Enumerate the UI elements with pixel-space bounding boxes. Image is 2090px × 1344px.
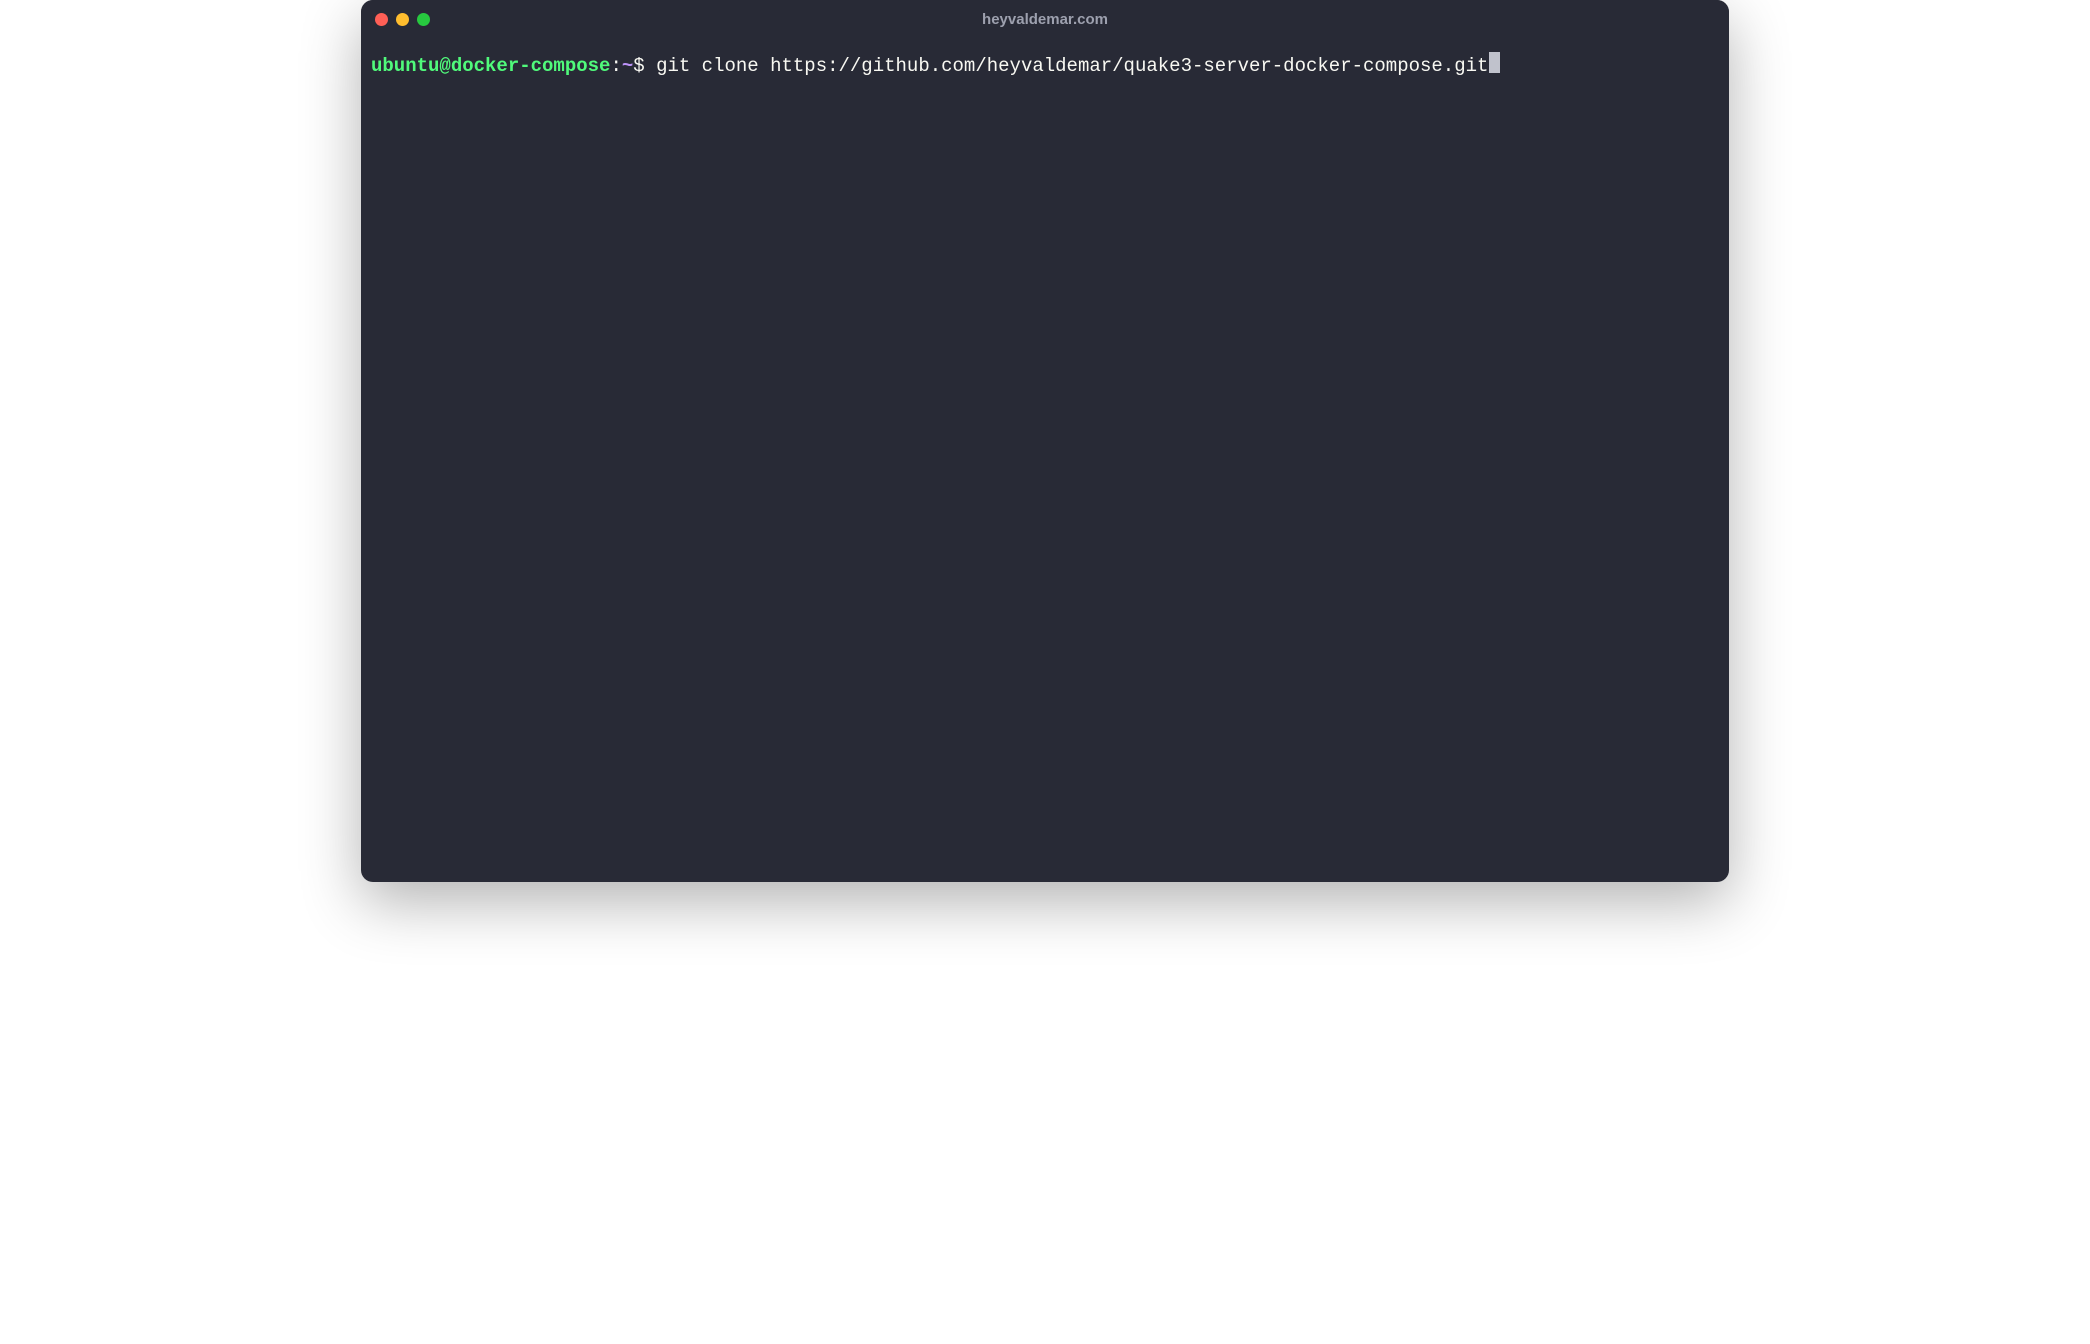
window-title: heyvaldemar.com	[982, 11, 1108, 28]
close-icon[interactable]	[375, 13, 388, 26]
prompt-separator: :	[610, 53, 621, 80]
cursor-icon	[1489, 52, 1500, 73]
terminal-window: heyvaldemar.com ubuntu@docker-compose:~$…	[361, 0, 1729, 882]
terminal-body[interactable]: ubuntu@docker-compose:~$ git clone https…	[361, 38, 1729, 882]
command-input[interactable]: git clone https://github.com/heyvaldemar…	[656, 53, 1488, 80]
title-bar: heyvaldemar.com	[361, 0, 1729, 38]
prompt-path: ~	[622, 53, 633, 80]
traffic-lights	[375, 13, 430, 26]
maximize-icon[interactable]	[417, 13, 430, 26]
prompt-line: ubuntu@docker-compose:~$ git clone https…	[371, 50, 1719, 80]
prompt-user-host: ubuntu@docker-compose	[371, 53, 610, 80]
minimize-icon[interactable]	[396, 13, 409, 26]
prompt-symbol: $	[633, 53, 656, 80]
